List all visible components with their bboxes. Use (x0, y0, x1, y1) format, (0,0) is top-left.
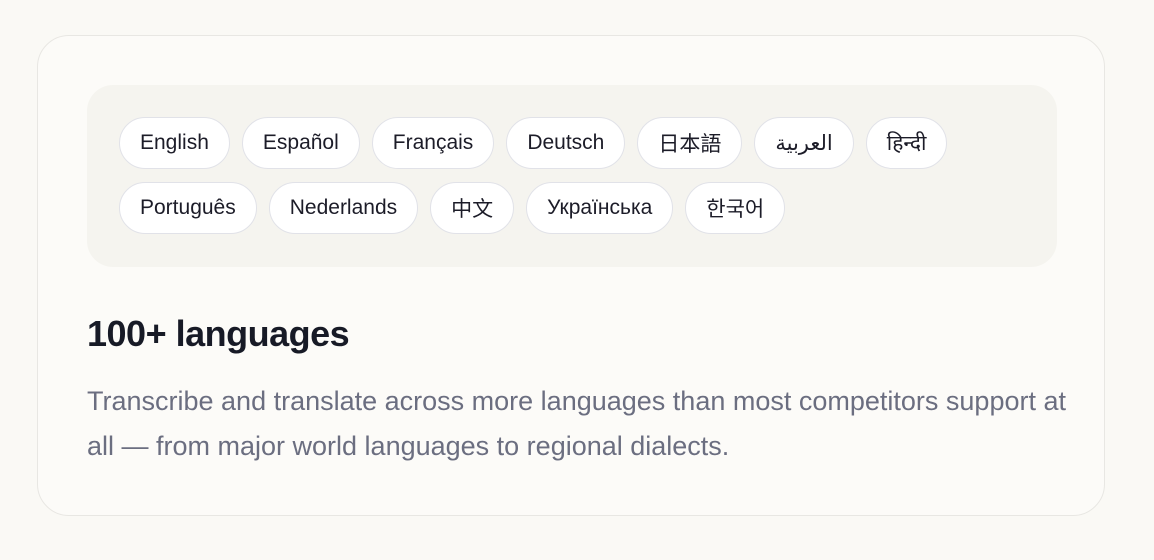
language-chip-panel: English Español Français Deutsch 日本語 الع… (87, 85, 1057, 267)
feature-description: Transcribe and translate across more lan… (87, 386, 1066, 461)
language-chip-korean[interactable]: 한국어 (685, 182, 786, 234)
language-chip-ukrainian[interactable]: Українська (526, 182, 674, 234)
feature-card: English Español Français Deutsch 日本語 الع… (37, 35, 1105, 516)
language-chip-portuguese[interactable]: Português (119, 182, 257, 234)
language-chip-chinese[interactable]: 中文 (430, 182, 515, 234)
language-chip-english[interactable]: English (119, 117, 230, 169)
language-chip-spanish[interactable]: Español (241, 117, 360, 169)
language-chip-row-1: English Español Français Deutsch 日本語 الع… (119, 117, 1057, 169)
language-chip-dutch[interactable]: Nederlands (268, 182, 419, 234)
language-chip-hindi[interactable]: हिन्दी (865, 117, 948, 169)
language-chip-row-2: Português Nederlands 中文 Українська 한국어 (119, 182, 1057, 234)
language-chip-german[interactable]: Deutsch (506, 117, 626, 169)
language-chip-french[interactable]: Français (371, 117, 495, 169)
language-chip-arabic[interactable]: العربية (754, 117, 854, 169)
feature-title: 100+ languages (87, 313, 350, 354)
language-chip-japanese[interactable]: 日本語 (637, 117, 743, 169)
